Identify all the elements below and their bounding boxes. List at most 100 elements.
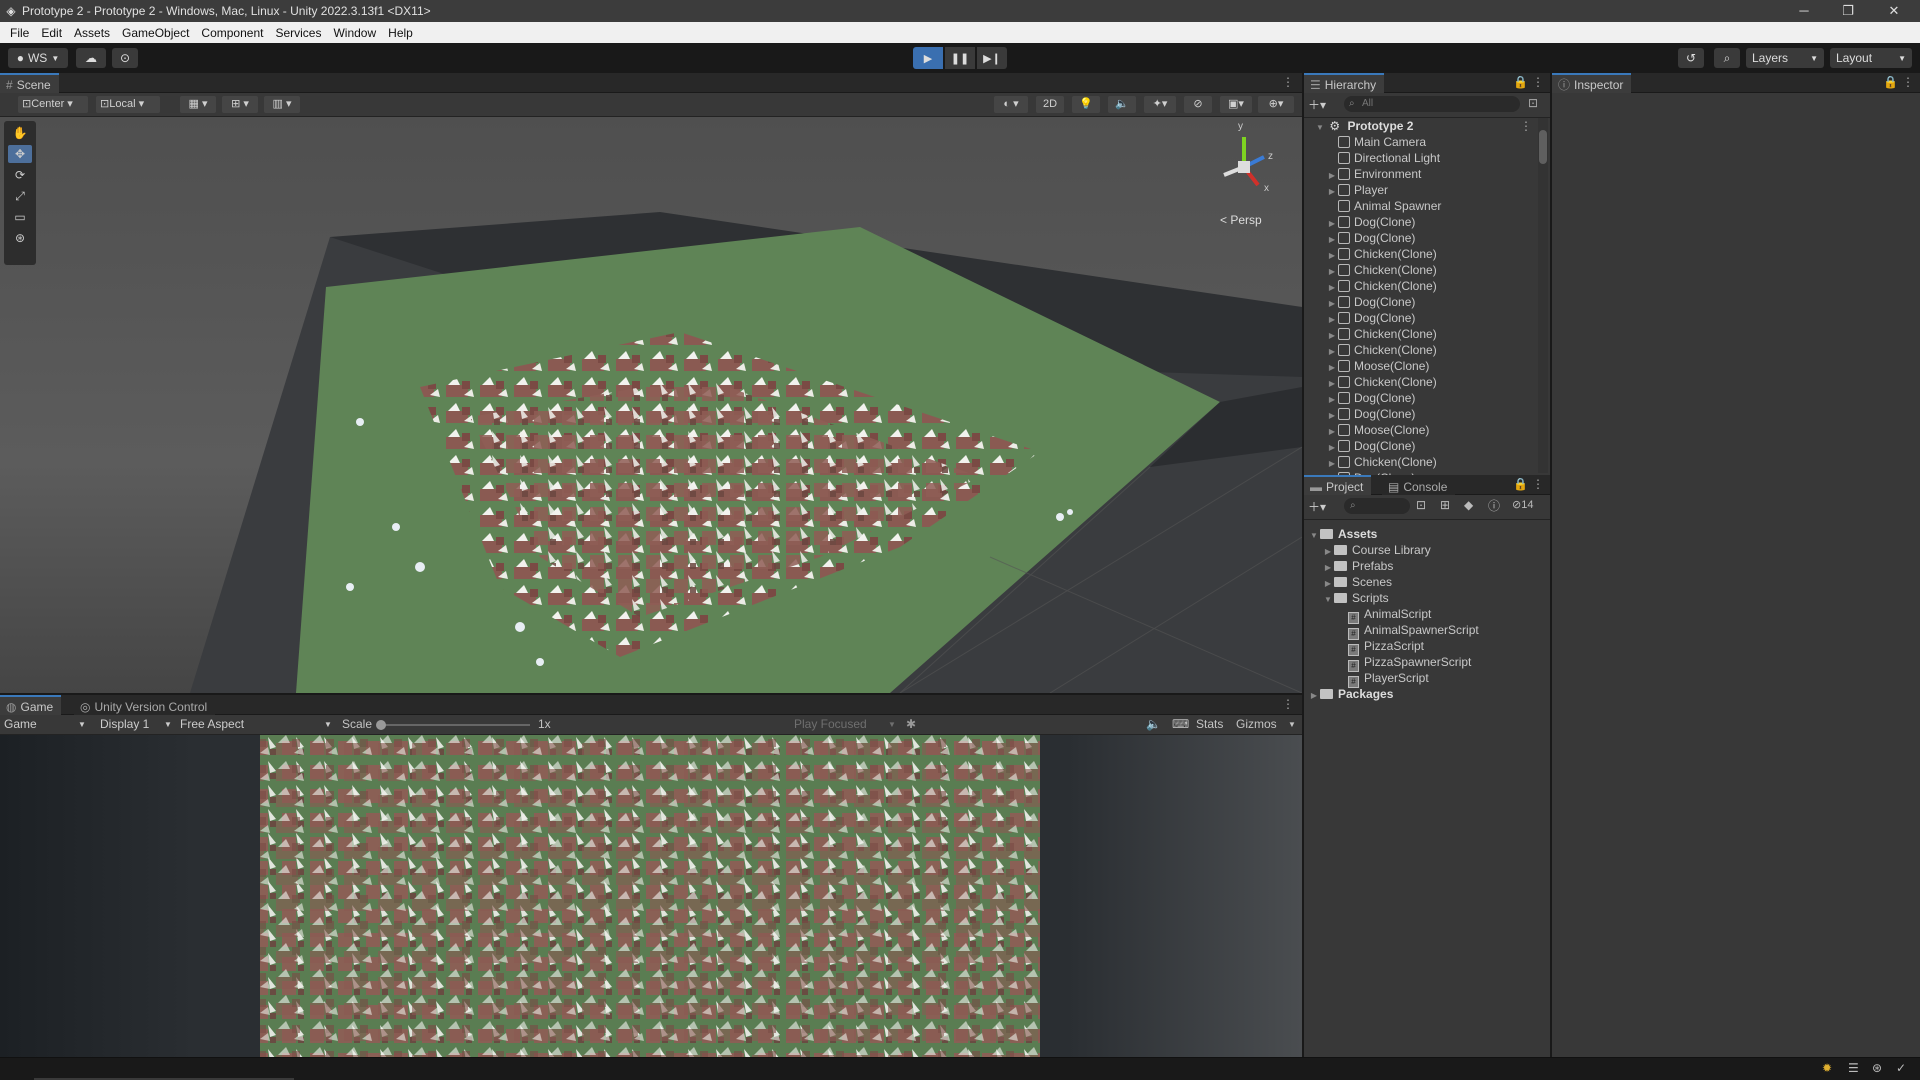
scale-tool-icon[interactable]: ⤢ [8,187,32,205]
hierarchy-item[interactable]: ▶Dog(Clone) [1326,214,1415,230]
sync-status-icon[interactable]: ✓ [1896,1061,1906,1075]
favorite-icon[interactable]: ◆ [1464,498,1473,512]
collab-button[interactable]: ⊙ [112,48,138,68]
gizmos-dropdown[interactable]: ⊕▾ [1258,96,1294,113]
shading-mode-button[interactable]: ◐ ▾ [994,96,1028,113]
close-button[interactable]: ✕ [1872,0,1916,22]
menu-window[interactable]: Window [327,26,382,40]
tab-scene[interactable]: # Scene [0,73,59,93]
hierarchy-item[interactable]: ▶Dog(Clone) [1326,438,1415,454]
game-mode-dropdown[interactable]: Game ▼ [4,717,90,731]
project-script-item[interactable]: # PizzaScript [1336,638,1424,656]
hierarchy-item[interactable]: ▶ Chicken(Clone) [1326,454,1437,470]
effects-dropdown[interactable]: ✦▾ [1144,96,1176,113]
search-by-label-icon[interactable]: ⊞ [1440,498,1450,512]
tab-inspector[interactable]: ⓘ Inspector [1552,73,1632,93]
project-script-item[interactable]: # PizzaSpawnerScript [1336,654,1471,672]
history-button[interactable]: ↺ [1678,48,1704,68]
gizmos-button[interactable]: Gizmos [1236,717,1277,731]
hierarchy-scene-root[interactable]: ▼ ⚙ Prototype 2 [1314,118,1413,134]
minimize-button[interactable]: ─ [1782,0,1826,22]
project-script-item[interactable]: # PlayerScript [1336,670,1429,688]
scale-slider[interactable] [376,720,530,730]
hierarchy-item[interactable]: ▶Dog(Clone) [1326,406,1415,422]
create-asset-button[interactable]: ＋▾ [1308,498,1326,515]
hierarchy-item[interactable]: ▶ Environment [1326,166,1421,182]
menu-assets[interactable]: Assets [68,26,116,40]
cloud-button[interactable]: ☁ [76,48,106,68]
collab-status-icon[interactable]: ⊛ [1872,1061,1882,1075]
more-options-icon[interactable]: ⋮ [1520,119,1532,133]
project-folder-item[interactable]: ▼ Scripts [1322,590,1389,606]
hierarchy-item[interactable]: Animal Spawner [1326,198,1441,214]
expand-arrow-icon[interactable]: ▼ [1322,592,1334,608]
menu-component[interactable]: Component [195,26,269,40]
move-tool-icon[interactable]: ✥ [8,145,32,163]
snap-increment-button[interactable]: ⊞ ▾ [222,96,258,113]
bug-icon[interactable]: ✱ [906,717,916,731]
hierarchy-item[interactable]: ▶ Chicken(Clone) [1326,326,1437,342]
transform-tool-icon[interactable]: ⊛ [8,229,32,247]
audio-toggle[interactable]: 🔈 [1108,96,1136,113]
step-button[interactable]: ▶❙ [977,47,1007,69]
restore-button[interactable]: ❐ [1826,0,1870,22]
space-local-dropdown[interactable]: ⊡Local ▾ [96,96,160,113]
hierarchy-search-input[interactable]: ⌕ All [1344,96,1520,112]
visibility-toggle[interactable]: ⊘ [1184,96,1212,113]
hierarchy-item[interactable]: Main Camera [1326,134,1426,150]
grid-snap-button[interactable]: ▦ ▾ [180,96,216,113]
game-viewport[interactable] [0,735,1302,1057]
play-focused-dropdown[interactable]: Play Focused ▼ [794,717,898,731]
scene-visibility-icon[interactable]: ⊡ [1528,96,1538,110]
lock-icon[interactable]: 🔒 [1883,75,1898,89]
projection-toggle[interactable]: < Persp [1220,213,1262,227]
hierarchy-scrollbar[interactable] [1538,118,1548,473]
layout-dropdown[interactable]: Layout ▼ [1830,48,1912,68]
keyboard-icon[interactable]: ⌨ [1172,717,1189,731]
hand-tool-icon[interactable]: ✋ [8,124,32,142]
camera-settings-dropdown[interactable]: ▣▾ [1220,96,1252,113]
hierarchy-item[interactable]: ▶Dog(Clone) [1326,310,1415,326]
search-by-type-icon[interactable]: ⊡ [1416,498,1426,512]
hierarchy-item[interactable]: ▶ Chicken(Clone) [1326,262,1437,278]
scene-viewport[interactable]: ✋ ✥ ⟳ ⤢ ▭ ⊛ y z x < Persp [0,117,1302,693]
project-script-item[interactable]: # AnimalScript [1336,606,1431,624]
hierarchy-item[interactable]: ▶ Chicken(Clone) [1326,342,1437,358]
hierarchy-item[interactable]: ▶ Chicken(Clone) [1326,278,1437,294]
tab-project[interactable]: ▬ Project [1304,475,1372,495]
stats-button[interactable]: Stats [1196,717,1223,731]
lock-icon[interactable]: 🔒 [1513,75,1528,89]
hierarchy-item[interactable]: ▶ Moose(Clone) [1326,422,1429,438]
hierarchy-item[interactable]: Directional Light [1326,150,1440,166]
tab-hierarchy[interactable]: ☰ Hierarchy [1304,73,1385,93]
expand-arrow-icon[interactable]: ▼ [1314,120,1326,136]
scale-slider-handle[interactable] [376,720,386,730]
display-dropdown[interactable]: Display 1 ▼ [100,717,174,731]
menu-edit[interactable]: Edit [35,26,68,40]
project-script-item[interactable]: # AnimalSpawnerScript [1336,622,1479,640]
pivot-center-dropdown[interactable]: ⊡Center ▾ [18,96,88,113]
hidden-packages-toggle[interactable]: ⊘14 [1512,498,1533,511]
expand-arrow-icon[interactable]: ▼ [1308,528,1320,544]
aspect-dropdown[interactable]: Free Aspect ▼ [180,717,334,731]
more-options-icon[interactable]: ⋮ [1902,75,1914,89]
rect-tool-icon[interactable]: ▭ [8,208,32,226]
expand-arrow-icon[interactable]: ▶ [1308,688,1320,704]
mute-audio-icon[interactable]: 🔈 [1146,717,1161,731]
hierarchy-item[interactable]: ▶Dog(Clone) [1326,294,1415,310]
lighting-toggle[interactable]: 💡 [1072,96,1100,113]
tab-version-control[interactable]: ◎ Unity Version Control [74,695,216,715]
menu-services[interactable]: Services [269,26,327,40]
chevron-down-icon[interactable]: ▼ [1288,720,1296,729]
hierarchy-item[interactable]: ▶ Player [1326,182,1388,198]
more-options-icon[interactable]: ⋮ [1532,477,1544,491]
menu-gameobject[interactable]: GameObject [116,26,195,40]
lock-icon[interactable]: 🔒 [1513,477,1528,491]
project-folder-item[interactable]: ▶ Prefabs [1322,558,1393,574]
menu-help[interactable]: Help [382,26,419,40]
project-search-input[interactable]: ⌕ [1344,498,1410,514]
layers-dropdown[interactable]: Layers ▼ [1746,48,1824,68]
warning-icon[interactable]: ✹ [1822,1061,1832,1075]
project-folder-item[interactable]: ▶ Course Library [1322,542,1431,558]
tab-console[interactable]: ▤ Console [1382,475,1456,495]
